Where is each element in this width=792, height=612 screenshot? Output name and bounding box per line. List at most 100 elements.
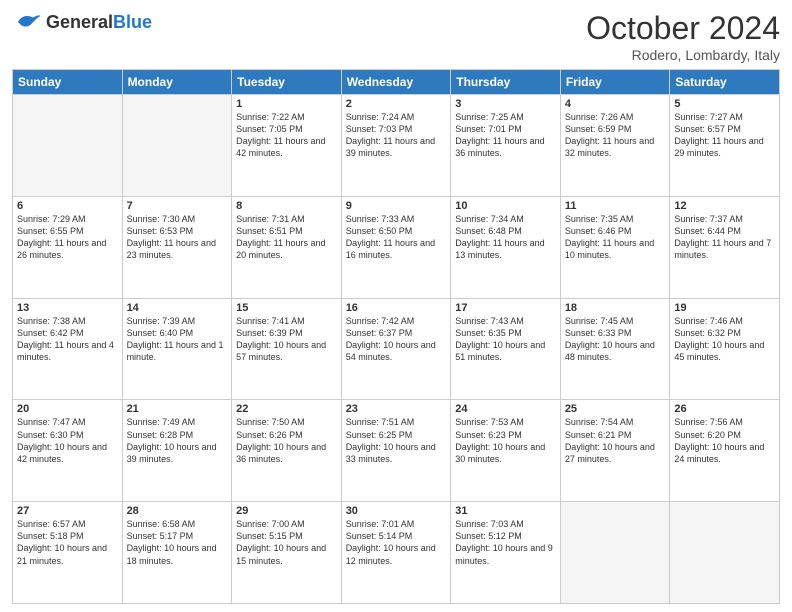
day-number: 17 <box>455 302 556 314</box>
calendar-cell <box>560 502 670 604</box>
day-number: 31 <box>455 505 556 517</box>
calendar-cell: 13Sunrise: 7:38 AM Sunset: 6:42 PM Dayli… <box>13 298 123 400</box>
day-info: Sunrise: 7:29 AM Sunset: 6:55 PM Dayligh… <box>17 213 118 262</box>
calendar-cell: 30Sunrise: 7:01 AM Sunset: 5:14 PM Dayli… <box>341 502 451 604</box>
calendar-cell <box>122 95 232 197</box>
calendar-cell: 9Sunrise: 7:33 AM Sunset: 6:50 PM Daylig… <box>341 196 451 298</box>
day-info: Sunrise: 7:51 AM Sunset: 6:25 PM Dayligh… <box>346 416 447 465</box>
calendar-cell: 2Sunrise: 7:24 AM Sunset: 7:03 PM Daylig… <box>341 95 451 197</box>
day-info: Sunrise: 7:00 AM Sunset: 5:15 PM Dayligh… <box>236 518 337 567</box>
calendar-cell: 5Sunrise: 7:27 AM Sunset: 6:57 PM Daylig… <box>670 95 780 197</box>
day-number: 29 <box>236 505 337 517</box>
logo: GeneralBlue <box>12 10 152 34</box>
day-info: Sunrise: 7:53 AM Sunset: 6:23 PM Dayligh… <box>455 416 556 465</box>
calendar-cell: 19Sunrise: 7:46 AM Sunset: 6:32 PM Dayli… <box>670 298 780 400</box>
day-info: Sunrise: 7:42 AM Sunset: 6:37 PM Dayligh… <box>346 315 447 364</box>
logo-image <box>12 10 42 34</box>
day-number: 12 <box>674 200 775 212</box>
day-number: 28 <box>127 505 228 517</box>
month-title: October 2024 <box>586 10 780 47</box>
calendar-cell: 6Sunrise: 7:29 AM Sunset: 6:55 PM Daylig… <box>13 196 123 298</box>
day-info: Sunrise: 6:57 AM Sunset: 5:18 PM Dayligh… <box>17 518 118 567</box>
calendar-cell: 7Sunrise: 7:30 AM Sunset: 6:53 PM Daylig… <box>122 196 232 298</box>
calendar-cell: 24Sunrise: 7:53 AM Sunset: 6:23 PM Dayli… <box>451 400 561 502</box>
title-block: October 2024 Rodero, Lombardy, Italy <box>586 10 780 63</box>
day-info: Sunrise: 7:22 AM Sunset: 7:05 PM Dayligh… <box>236 111 337 160</box>
day-info: Sunrise: 7:30 AM Sunset: 6:53 PM Dayligh… <box>127 213 228 262</box>
calendar-week-row: 20Sunrise: 7:47 AM Sunset: 6:30 PM Dayli… <box>13 400 780 502</box>
calendar-cell: 8Sunrise: 7:31 AM Sunset: 6:51 PM Daylig… <box>232 196 342 298</box>
calendar-cell: 31Sunrise: 7:03 AM Sunset: 5:12 PM Dayli… <box>451 502 561 604</box>
day-info: Sunrise: 7:43 AM Sunset: 6:35 PM Dayligh… <box>455 315 556 364</box>
calendar-header-row: Sunday Monday Tuesday Wednesday Thursday… <box>13 70 780 95</box>
calendar-table: Sunday Monday Tuesday Wednesday Thursday… <box>12 69 780 604</box>
calendar-cell: 12Sunrise: 7:37 AM Sunset: 6:44 PM Dayli… <box>670 196 780 298</box>
calendar-cell <box>670 502 780 604</box>
day-number: 9 <box>346 200 447 212</box>
col-thursday: Thursday <box>451 70 561 95</box>
day-info: Sunrise: 6:58 AM Sunset: 5:17 PM Dayligh… <box>127 518 228 567</box>
page: GeneralBlue October 2024 Rodero, Lombard… <box>0 0 792 612</box>
day-info: Sunrise: 7:46 AM Sunset: 6:32 PM Dayligh… <box>674 315 775 364</box>
calendar-cell: 26Sunrise: 7:56 AM Sunset: 6:20 PM Dayli… <box>670 400 780 502</box>
day-number: 24 <box>455 403 556 415</box>
day-number: 27 <box>17 505 118 517</box>
calendar-cell: 22Sunrise: 7:50 AM Sunset: 6:26 PM Dayli… <box>232 400 342 502</box>
day-number: 3 <box>455 98 556 110</box>
day-info: Sunrise: 7:38 AM Sunset: 6:42 PM Dayligh… <box>17 315 118 364</box>
day-number: 19 <box>674 302 775 314</box>
calendar-cell: 14Sunrise: 7:39 AM Sunset: 6:40 PM Dayli… <box>122 298 232 400</box>
day-info: Sunrise: 7:34 AM Sunset: 6:48 PM Dayligh… <box>455 213 556 262</box>
day-info: Sunrise: 7:50 AM Sunset: 6:26 PM Dayligh… <box>236 416 337 465</box>
day-info: Sunrise: 7:33 AM Sunset: 6:50 PM Dayligh… <box>346 213 447 262</box>
day-number: 16 <box>346 302 447 314</box>
day-info: Sunrise: 7:25 AM Sunset: 7:01 PM Dayligh… <box>455 111 556 160</box>
day-info: Sunrise: 7:27 AM Sunset: 6:57 PM Dayligh… <box>674 111 775 160</box>
day-info: Sunrise: 7:56 AM Sunset: 6:20 PM Dayligh… <box>674 416 775 465</box>
calendar-cell: 1Sunrise: 7:22 AM Sunset: 7:05 PM Daylig… <box>232 95 342 197</box>
day-number: 8 <box>236 200 337 212</box>
calendar-week-row: 13Sunrise: 7:38 AM Sunset: 6:42 PM Dayli… <box>13 298 780 400</box>
day-number: 4 <box>565 98 666 110</box>
calendar-week-row: 27Sunrise: 6:57 AM Sunset: 5:18 PM Dayli… <box>13 502 780 604</box>
day-number: 25 <box>565 403 666 415</box>
day-number: 26 <box>674 403 775 415</box>
col-saturday: Saturday <box>670 70 780 95</box>
day-info: Sunrise: 7:26 AM Sunset: 6:59 PM Dayligh… <box>565 111 666 160</box>
col-monday: Monday <box>122 70 232 95</box>
day-number: 1 <box>236 98 337 110</box>
day-info: Sunrise: 7:24 AM Sunset: 7:03 PM Dayligh… <box>346 111 447 160</box>
calendar-week-row: 6Sunrise: 7:29 AM Sunset: 6:55 PM Daylig… <box>13 196 780 298</box>
day-info: Sunrise: 7:31 AM Sunset: 6:51 PM Dayligh… <box>236 213 337 262</box>
location: Rodero, Lombardy, Italy <box>586 47 780 63</box>
calendar-cell: 25Sunrise: 7:54 AM Sunset: 6:21 PM Dayli… <box>560 400 670 502</box>
logo-bird-icon <box>12 10 42 34</box>
calendar-cell: 27Sunrise: 6:57 AM Sunset: 5:18 PM Dayli… <box>13 502 123 604</box>
calendar-cell <box>13 95 123 197</box>
day-info: Sunrise: 7:03 AM Sunset: 5:12 PM Dayligh… <box>455 518 556 567</box>
col-tuesday: Tuesday <box>232 70 342 95</box>
day-number: 6 <box>17 200 118 212</box>
calendar-cell: 18Sunrise: 7:45 AM Sunset: 6:33 PM Dayli… <box>560 298 670 400</box>
day-info: Sunrise: 7:54 AM Sunset: 6:21 PM Dayligh… <box>565 416 666 465</box>
day-info: Sunrise: 7:47 AM Sunset: 6:30 PM Dayligh… <box>17 416 118 465</box>
day-number: 5 <box>674 98 775 110</box>
day-info: Sunrise: 7:01 AM Sunset: 5:14 PM Dayligh… <box>346 518 447 567</box>
day-number: 18 <box>565 302 666 314</box>
day-number: 21 <box>127 403 228 415</box>
col-sunday: Sunday <box>13 70 123 95</box>
day-info: Sunrise: 7:37 AM Sunset: 6:44 PM Dayligh… <box>674 213 775 262</box>
calendar-cell: 20Sunrise: 7:47 AM Sunset: 6:30 PM Dayli… <box>13 400 123 502</box>
day-number: 7 <box>127 200 228 212</box>
calendar-cell: 28Sunrise: 6:58 AM Sunset: 5:17 PM Dayli… <box>122 502 232 604</box>
day-number: 2 <box>346 98 447 110</box>
calendar-cell: 23Sunrise: 7:51 AM Sunset: 6:25 PM Dayli… <box>341 400 451 502</box>
col-wednesday: Wednesday <box>341 70 451 95</box>
calendar-cell: 15Sunrise: 7:41 AM Sunset: 6:39 PM Dayli… <box>232 298 342 400</box>
col-friday: Friday <box>560 70 670 95</box>
day-number: 23 <box>346 403 447 415</box>
day-number: 14 <box>127 302 228 314</box>
day-number: 11 <box>565 200 666 212</box>
logo-text: GeneralBlue <box>46 13 152 31</box>
day-number: 20 <box>17 403 118 415</box>
